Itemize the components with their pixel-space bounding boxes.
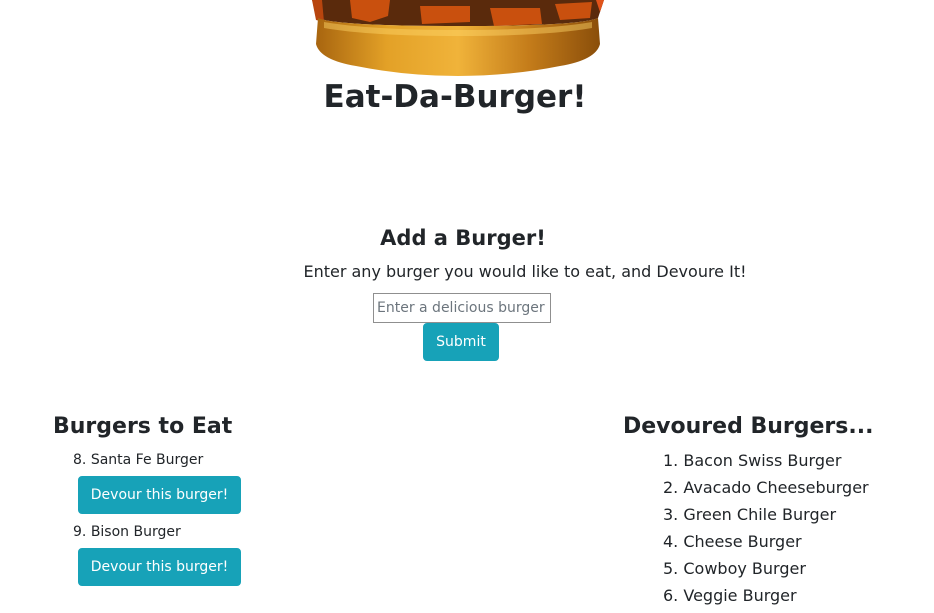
add-burger-description: Enter any burger you would like to eat, … [303, 262, 747, 281]
list-item-number: 1. [663, 451, 679, 470]
burger-logo-icon [312, 0, 604, 76]
site-title: Eat-Da-Burger! [323, 79, 587, 115]
list-item-name: Cheese Burger [683, 532, 802, 551]
list-item-number: 4. [663, 532, 679, 551]
list-item-name: Green Chile Burger [683, 505, 837, 524]
devour-button[interactable]: Devour this burger! [78, 476, 241, 514]
devoured-list-item: 1. Bacon Swiss Burger [663, 450, 841, 472]
devoured-list-item: 5. Cowboy Burger [663, 558, 806, 580]
list-item-name: Santa Fe Burger [90, 452, 204, 468]
list-item-number: 2. [663, 478, 679, 497]
page: Eat-Da-Burger! Add a Burger! Enter any b… [0, 0, 934, 613]
burger-name-input[interactable] [373, 293, 551, 323]
list-item: 8. Santa Fe Burger [73, 450, 203, 470]
devoured-list-item: 2. Avacado Cheeseburger [663, 477, 869, 499]
devoured-burgers-heading: Devoured Burgers... [623, 414, 874, 439]
list-item-number: 5. [663, 559, 679, 578]
list-item-number: 3. [663, 505, 679, 524]
list-item-name: Cowboy Burger [683, 559, 806, 578]
list-item-number: 8. [73, 452, 87, 468]
list-item-name: Veggie Burger [683, 586, 797, 605]
list-item: 9. Bison Burger [73, 522, 181, 542]
list-item-name: Bison Burger [90, 524, 181, 540]
submit-button[interactable]: Submit [423, 323, 499, 361]
list-item-name: Bacon Swiss Burger [683, 451, 842, 470]
devoured-list-item: 4. Cheese Burger [663, 531, 802, 553]
devoured-list-item: 3. Green Chile Burger [663, 504, 836, 526]
devour-button[interactable]: Devour this burger! [78, 548, 241, 586]
list-item-number: 6. [663, 586, 679, 605]
add-burger-heading: Add a Burger! [380, 226, 546, 250]
burgers-to-eat-heading: Burgers to Eat [53, 414, 233, 439]
list-item-name: Avacado Cheeseburger [683, 478, 869, 497]
list-item-number: 9. [73, 524, 87, 540]
devoured-list-item: 6. Veggie Burger [663, 585, 797, 607]
